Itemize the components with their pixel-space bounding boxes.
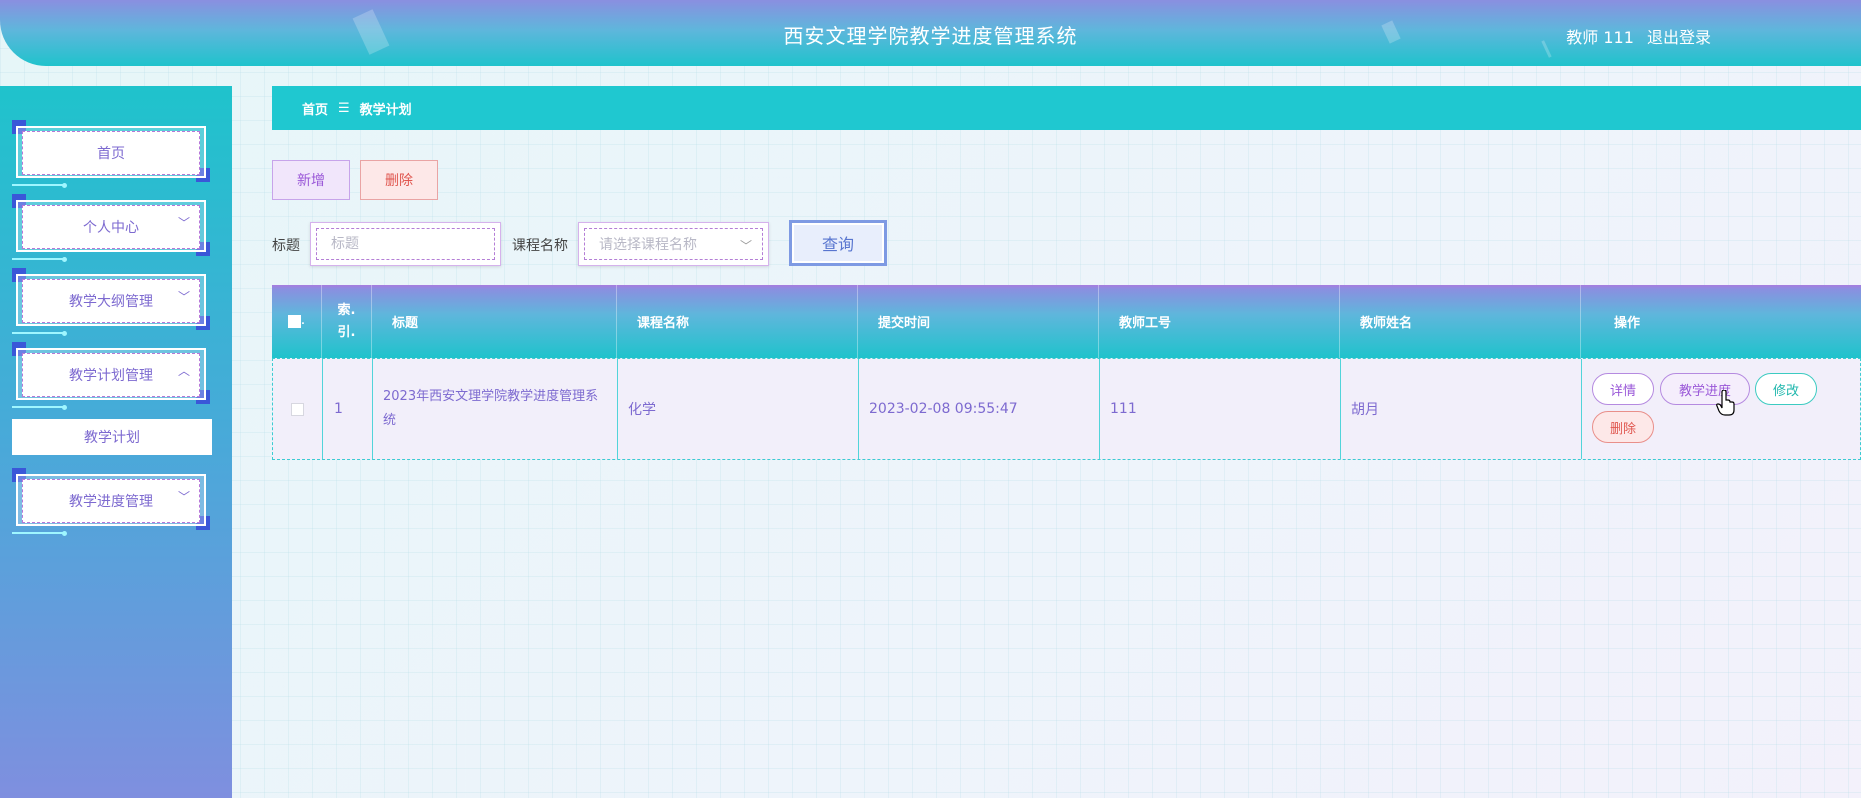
- column-header-title[interactable]: 标题: [372, 285, 617, 358]
- logout-link[interactable]: 退出登录: [1647, 28, 1711, 47]
- chevron-down-icon: ﹀: [739, 239, 752, 253]
- sidebar-item-plan-management[interactable]: 教学计划管理 ︿: [12, 342, 210, 410]
- chevron-down-icon: ﹀: [177, 290, 190, 304]
- user-label: 教师 111: [1566, 28, 1634, 47]
- row-submit-time: 2023-02-08 09:55:47: [859, 359, 1100, 459]
- sidebar-item-label: 教学计划管理: [69, 368, 153, 384]
- data-table: . 索. 引. 标题 课程名称 提交时间 教师工号 教师姓名 操作 1 2023…: [272, 285, 1861, 460]
- query-button[interactable]: 查询: [789, 220, 887, 266]
- title-search-field: [310, 222, 501, 266]
- sidebar-item-home[interactable]: 首页: [12, 120, 210, 188]
- row-index: 1: [323, 359, 373, 459]
- sidebar-item-personal-center[interactable]: 个人中心 ﹀: [12, 194, 210, 262]
- select-all-cell: .: [272, 285, 322, 358]
- column-header-index: 索. 引.: [322, 285, 372, 358]
- row-checkbox[interactable]: [291, 402, 304, 416]
- teaching-progress-button[interactable]: 教学进度: [1660, 373, 1750, 405]
- sidebar-item-progress-management[interactable]: 教学进度管理 ﹀: [12, 468, 210, 536]
- row-title: 2023年西安文理学院教学进度管理系统: [373, 359, 618, 459]
- table-row: 1 2023年西安文理学院教学进度管理系统 化学 2023-02-08 09:5…: [272, 358, 1861, 460]
- chevron-down-icon: ﹀: [177, 216, 190, 230]
- title-search-label: 标题: [272, 238, 300, 254]
- column-header-submit-time[interactable]: 提交时间: [858, 285, 1099, 358]
- batch-delete-button[interactable]: 删除: [360, 160, 438, 200]
- title-search-input[interactable]: [331, 236, 494, 252]
- breadcrumb: 首页 ☰ 教学计划: [272, 86, 1861, 130]
- index-header-line2: 引.: [337, 324, 356, 340]
- hand-cursor-icon: [1716, 390, 1735, 416]
- table-header: . 索. 引. 标题 课程名称 提交时间 教师工号 教师姓名 操作: [272, 285, 1861, 358]
- sidebar: 首页 个人中心 ﹀ 教学大纲管理 ﹀ 教学计划管理 ︿ 教学计划 教学进度管理 …: [0, 86, 232, 798]
- edit-button[interactable]: 修改: [1755, 373, 1817, 405]
- index-header-line1: 索.: [337, 302, 356, 318]
- course-select[interactable]: 请选择课程名称 ﹀: [578, 222, 769, 266]
- column-header-teacher-name[interactable]: 教师姓名: [1340, 285, 1581, 358]
- chevron-down-icon: ﹀: [177, 490, 190, 504]
- course-search-label: 课程名称: [512, 238, 568, 254]
- row-teacher-name: 胡月: [1341, 359, 1582, 459]
- sidebar-item-syllabus-management[interactable]: 教学大纲管理 ﹀: [12, 268, 210, 336]
- add-button[interactable]: 新增: [272, 160, 350, 200]
- sidebar-item-label: 个人中心: [83, 220, 139, 236]
- select-all-checkbox[interactable]: [288, 315, 302, 328]
- sidebar-item-label: 教学大纲管理: [69, 294, 153, 310]
- user-area: 教师 111 退出登录: [1558, 24, 1711, 48]
- breadcrumb-separator-icon: ☰: [338, 100, 350, 116]
- detail-button[interactable]: 详情: [1592, 373, 1654, 405]
- sidebar-item-label: 教学进度管理: [69, 494, 153, 510]
- row-select-cell: [273, 359, 323, 459]
- column-header-actions: 操作: [1614, 316, 1641, 331]
- breadcrumb-current: 教学计划: [359, 102, 412, 118]
- course-select-placeholder: 请选择课程名称: [599, 237, 697, 253]
- row-course: 化学: [618, 359, 859, 459]
- sidebar-item-label: 首页: [97, 146, 125, 162]
- breadcrumb-home[interactable]: 首页: [302, 99, 328, 118]
- delete-button[interactable]: 删除: [1592, 411, 1654, 443]
- column-header-course[interactable]: 课程名称: [617, 285, 858, 358]
- header-bar: 西安文理学院教学进度管理系统 教师 111 退出登录: [0, 0, 1861, 66]
- chevron-up-icon: ︿: [177, 364, 190, 378]
- column-header-teacher-no[interactable]: 教师工号: [1099, 285, 1340, 358]
- row-teacher-no: 111: [1100, 359, 1341, 459]
- sidebar-subitem-teaching-plan[interactable]: 教学计划: [12, 419, 212, 455]
